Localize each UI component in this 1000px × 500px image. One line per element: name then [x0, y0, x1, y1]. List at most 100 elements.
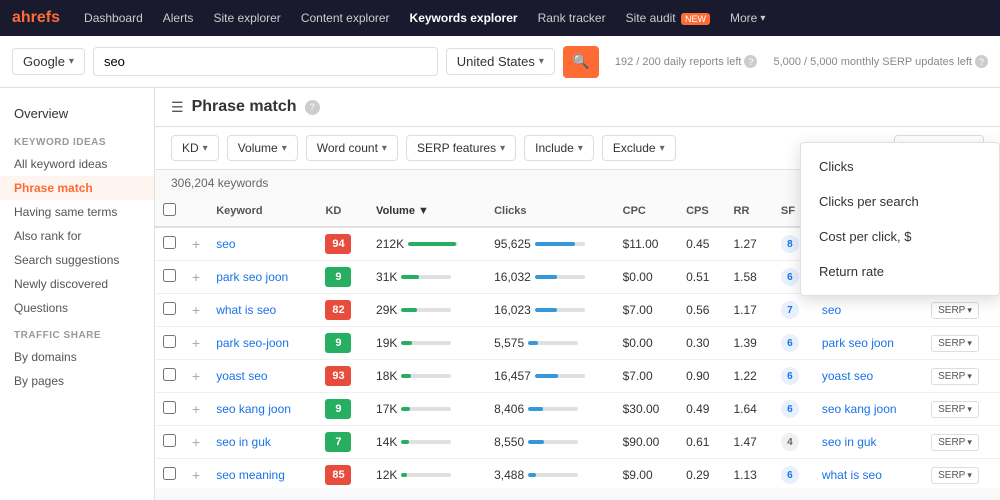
row-checkbox-cell	[155, 261, 184, 294]
volume-bar-track	[401, 275, 451, 279]
keyword-link[interactable]: park seo joon	[216, 270, 288, 284]
serp-button[interactable]: SERP	[931, 335, 979, 352]
sidebar-overview[interactable]: Overview	[0, 100, 154, 127]
hamburger-icon[interactable]: ☰	[171, 99, 184, 116]
dropdown-clicks[interactable]: Clicks	[801, 149, 999, 184]
col-volume[interactable]: Volume ▼	[368, 196, 486, 227]
sidebar-newly-discovered[interactable]: Newly discovered	[0, 272, 154, 296]
sidebar-all-keyword-ideas[interactable]: All keyword ideas	[0, 152, 154, 176]
nav-keywords-explorer[interactable]: Keywords explorer	[402, 7, 526, 29]
keyword-link[interactable]: seo kang joon	[216, 402, 291, 416]
parent-topic-link[interactable]: what is seo	[822, 468, 882, 482]
sidebar-phrase-match[interactable]: Phrase match	[0, 176, 154, 200]
nav-content-explorer[interactable]: Content explorer	[293, 7, 398, 29]
sidebar-search-suggestions[interactable]: Search suggestions	[0, 248, 154, 272]
serp-button[interactable]: SERP	[931, 401, 979, 418]
serp-help-icon[interactable]: ?	[975, 55, 988, 68]
sidebar-having-same-terms[interactable]: Having same terms	[0, 200, 154, 224]
volume-filter-button[interactable]: Volume	[227, 135, 298, 161]
nav-dashboard[interactable]: Dashboard	[76, 7, 151, 29]
row-rr-cell: 1.58	[726, 261, 773, 294]
row-sf-cell: 7	[773, 294, 814, 327]
keyword-link[interactable]: park seo-joon	[216, 336, 289, 350]
serp-button[interactable]: SERP	[931, 368, 979, 385]
row-checkbox[interactable]	[163, 401, 176, 414]
logo: ahrefs	[12, 9, 60, 27]
keyword-link[interactable]: yoast seo	[216, 369, 267, 383]
engine-select[interactable]: Google	[12, 48, 85, 75]
parent-topic-link[interactable]: seo	[822, 303, 841, 317]
row-keyword-cell: park seo-joon	[208, 327, 317, 360]
search-button[interactable]: 🔍	[563, 46, 599, 78]
sidebar-by-domains[interactable]: By domains	[0, 345, 154, 369]
clicks-bar: 16,032	[494, 270, 607, 284]
kd-filter-button[interactable]: KD	[171, 135, 219, 161]
sidebar-questions[interactable]: Questions	[0, 296, 154, 320]
dropdown-clicks-per-search[interactable]: Clicks per search	[801, 184, 999, 219]
keyword-link[interactable]: seo	[216, 237, 235, 251]
sidebar-also-rank-for[interactable]: Also rank for	[0, 224, 154, 248]
wordcount-filter-button[interactable]: Word count	[306, 135, 398, 161]
reports-help-icon[interactable]: ?	[744, 55, 757, 68]
row-checkbox[interactable]	[163, 236, 176, 249]
add-keyword-button[interactable]: +	[192, 302, 200, 318]
clicks-bar-track	[528, 440, 578, 444]
row-checkbox[interactable]	[163, 302, 176, 315]
row-parent-cell: yoast seo	[814, 360, 923, 393]
parent-topic-link[interactable]: yoast seo	[822, 369, 873, 383]
add-keyword-button[interactable]: +	[192, 368, 200, 384]
row-sf-cell: 6	[773, 393, 814, 426]
keyword-link[interactable]: seo meaning	[216, 468, 285, 482]
country-select[interactable]: United States	[446, 48, 555, 75]
clicks-value: 8,550	[494, 435, 524, 449]
serp-button[interactable]: SERP	[931, 302, 979, 319]
include-filter-button[interactable]: Include	[524, 135, 594, 161]
row-keyword-cell: yoast seo	[208, 360, 317, 393]
row-checkbox[interactable]	[163, 434, 176, 447]
parent-topic-link[interactable]: park seo joon	[822, 336, 894, 350]
clicks-value: 5,575	[494, 336, 524, 350]
volume-bar-track	[401, 308, 451, 312]
cps-value: 0.51	[686, 270, 709, 284]
nav-rank-tracker[interactable]: Rank tracker	[530, 7, 614, 29]
add-keyword-button[interactable]: +	[192, 236, 200, 252]
nav-more[interactable]: More	[722, 7, 773, 29]
table-row: + park seo-joon 9 19K 5,575	[155, 327, 1000, 360]
parent-topic-link[interactable]: seo kang joon	[822, 402, 897, 416]
search-input[interactable]	[93, 47, 438, 76]
keyword-link[interactable]: seo in guk	[216, 435, 271, 449]
serp-button[interactable]: SERP	[931, 467, 979, 484]
keyword-link[interactable]: what is seo	[216, 303, 276, 317]
sidebar-by-pages[interactable]: By pages	[0, 369, 154, 393]
dropdown-return-rate[interactable]: Return rate	[801, 254, 999, 289]
row-sf-cell: 6	[773, 360, 814, 393]
row-clicks-cell: 16,457	[486, 360, 615, 393]
clicks-bar-track	[535, 275, 585, 279]
exclude-filter-button[interactable]: Exclude	[602, 135, 676, 161]
volume-bar-fill	[401, 308, 417, 312]
parent-topic-link[interactable]: seo in guk	[822, 435, 877, 449]
cps-value: 0.30	[686, 336, 709, 350]
add-keyword-button[interactable]: +	[192, 434, 200, 450]
row-checkbox[interactable]	[163, 335, 176, 348]
nav-site-audit[interactable]: Site audit NEW	[618, 7, 718, 29]
add-keyword-button[interactable]: +	[192, 401, 200, 417]
serp-button[interactable]: SERP	[931, 434, 979, 451]
nav-site-explorer[interactable]: Site explorer	[205, 7, 288, 29]
row-checkbox[interactable]	[163, 368, 176, 381]
select-all-checkbox[interactable]	[163, 203, 176, 216]
serp-filter-button[interactable]: SERP features	[406, 135, 516, 161]
page-help-icon[interactable]: ?	[305, 100, 320, 115]
nav-alerts[interactable]: Alerts	[155, 7, 202, 29]
row-rr-cell: 1.13	[726, 459, 773, 489]
add-keyword-button[interactable]: +	[192, 467, 200, 483]
row-checkbox[interactable]	[163, 467, 176, 480]
rr-value: 1.47	[734, 435, 757, 449]
add-keyword-button[interactable]: +	[192, 335, 200, 351]
row-checkbox[interactable]	[163, 269, 176, 282]
row-checkbox-cell	[155, 227, 184, 261]
add-keyword-button[interactable]: +	[192, 269, 200, 285]
kd-badge: 9	[325, 267, 351, 287]
clicks-value: 16,023	[494, 303, 531, 317]
dropdown-cost-per-click[interactable]: Cost per click, $	[801, 219, 999, 254]
